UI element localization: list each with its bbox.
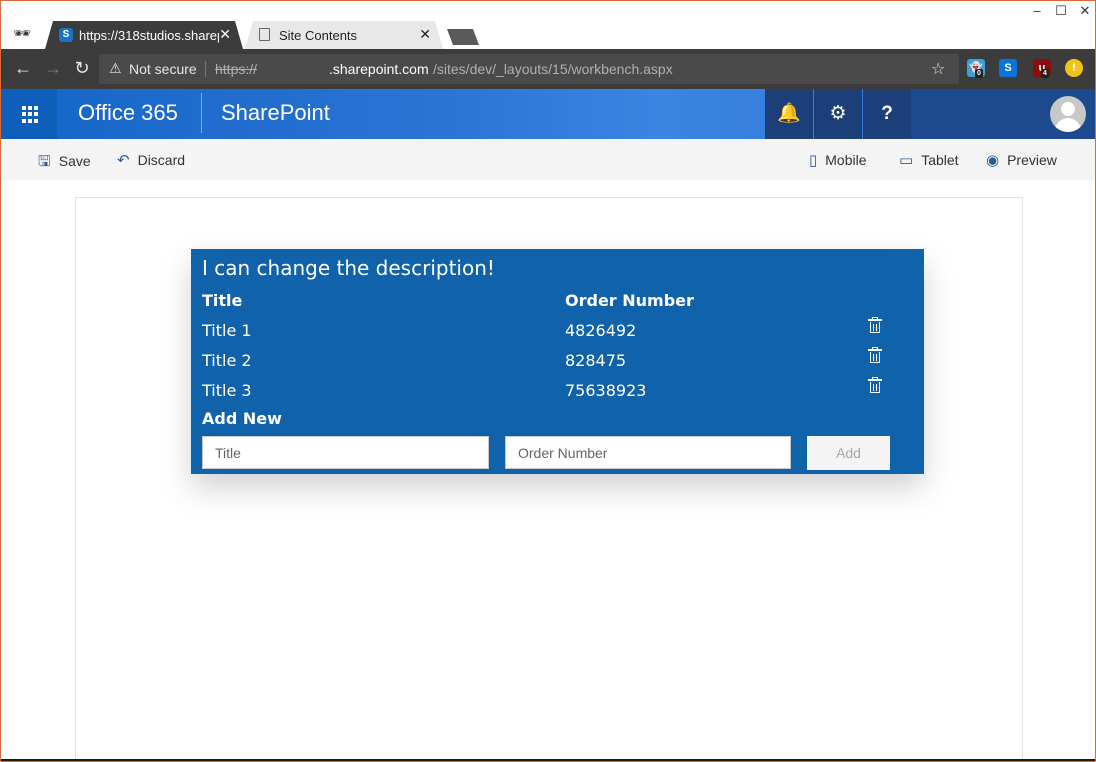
back-icon[interactable]: ← — [12, 58, 34, 79]
web-part: I can change the description! Title Orde… — [191, 249, 924, 474]
save-button[interactable]: 🖫 Save — [38, 151, 91, 176]
bookmark-star-icon[interactable]: ☆ — [931, 59, 945, 79]
column-header-order: Order Number — [565, 291, 694, 310]
discard-label: Discard — [137, 152, 186, 168]
close-tab-icon[interactable]: ✕ — [419, 26, 431, 43]
divider — [201, 93, 202, 133]
avatar[interactable] — [1050, 96, 1086, 132]
order-number-input[interactable]: Order Number — [505, 436, 791, 469]
trash-icon[interactable] — [868, 377, 882, 393]
preview-label: Preview — [1007, 152, 1057, 168]
row-title: Title 2 — [202, 351, 252, 370]
tab-label: https://318studios.sharep — [79, 28, 219, 43]
save-label: Save — [58, 153, 91, 169]
sharepoint-favicon-icon: S — [59, 28, 73, 42]
tab-sharepoint[interactable]: S https://318studios.sharep ✕ — [45, 21, 243, 49]
office-brand[interactable]: Office 365 — [78, 100, 178, 126]
address-bar[interactable]: ⚠ Not secure https:// .sharepoint.com /s… — [99, 54, 959, 84]
incognito-icon: 🕶 — [13, 25, 31, 41]
save-icon: 🖫 — [38, 153, 51, 170]
skype-icon[interactable]: S — [999, 59, 1017, 77]
title-input[interactable]: Title — [202, 436, 489, 469]
office-suite-bar: Office 365 SharePoint 🔔 ⚙ ? — [1, 89, 1095, 139]
new-tab-button[interactable] — [447, 29, 479, 45]
trash-icon[interactable] — [868, 317, 882, 333]
reload-icon[interactable]: ↻ — [71, 58, 93, 79]
tablet-button[interactable]: ▭ Tablet — [899, 151, 959, 169]
row-title: Title 3 — [202, 381, 252, 400]
tab-label: Site Contents — [279, 28, 358, 43]
ghostery-icon[interactable]: 👻 0 — [967, 59, 985, 78]
command-bar: 🖫 Save ↶ Discard ▯ Mobile ▭ Tablet ◉ Preview — [1, 139, 1095, 180]
forward-icon[interactable]: → — [42, 58, 64, 79]
close-window-icon[interactable]: ✕ — [1075, 3, 1095, 19]
warning-icon: ⚠ — [109, 60, 122, 76]
close-tab-icon[interactable]: ✕ — [219, 26, 231, 43]
ghostery-badge: 0 — [975, 69, 983, 78]
maximize-icon[interactable]: ☐ — [1051, 3, 1071, 19]
discard-button[interactable]: ↶ Discard — [117, 151, 185, 169]
browser-window: 🕶 S https://318studios.sharep ✕ Site Con… — [0, 0, 1096, 762]
row-order: 828475 — [565, 351, 627, 370]
url-host: .sharepoint.com — [329, 61, 429, 77]
divider — [205, 61, 206, 77]
add-button[interactable]: Add — [807, 436, 890, 470]
undo-icon: ↶ — [117, 152, 130, 169]
column-header-title: Title — [202, 291, 243, 310]
ublock-icon[interactable]: u4 — [1033, 59, 1051, 78]
waffle-icon — [22, 106, 39, 123]
bell-icon[interactable]: 🔔 — [765, 89, 813, 139]
notification-icon[interactable]: ! — [1065, 59, 1083, 77]
trash-icon[interactable] — [868, 347, 882, 363]
browser-toolbar: ← → ↻ ⚠ Not secure https:// .sharepoint.… — [1, 49, 1095, 89]
mobile-icon: ▯ — [809, 152, 818, 169]
tablet-label: Tablet — [921, 152, 959, 168]
row-order: 75638923 — [565, 381, 647, 400]
app-launcher-button[interactable] — [1, 89, 57, 139]
tab-site-contents[interactable]: Site Contents ✕ — [245, 21, 443, 49]
row-order: 4826492 — [565, 321, 637, 340]
page-favicon-icon — [259, 28, 270, 41]
browser-titlebar: 🕶 S https://318studios.sharep ✕ Site Con… — [1, 1, 1095, 49]
eye-icon: ◉ — [986, 152, 1000, 169]
ublock-badge: 4 — [1041, 69, 1049, 78]
url-scheme: https:// — [215, 61, 258, 77]
product-name[interactable]: SharePoint — [221, 100, 330, 126]
help-icon[interactable]: ? — [863, 89, 911, 139]
gear-icon[interactable]: ⚙ — [814, 89, 862, 139]
minimize-icon[interactable]: – — [1027, 3, 1047, 18]
security-label[interactable]: Not secure — [129, 61, 197, 77]
tablet-icon: ▭ — [899, 152, 914, 169]
web-part-description: I can change the description! — [202, 256, 495, 280]
mobile-label: Mobile — [825, 152, 867, 168]
mobile-button[interactable]: ▯ Mobile — [809, 151, 867, 169]
preview-button[interactable]: ◉ Preview — [986, 151, 1057, 169]
add-new-heading: Add New — [202, 409, 282, 428]
url-path: /sites/dev/_layouts/15/workbench.aspx — [433, 61, 673, 77]
row-title: Title 1 — [202, 321, 252, 340]
